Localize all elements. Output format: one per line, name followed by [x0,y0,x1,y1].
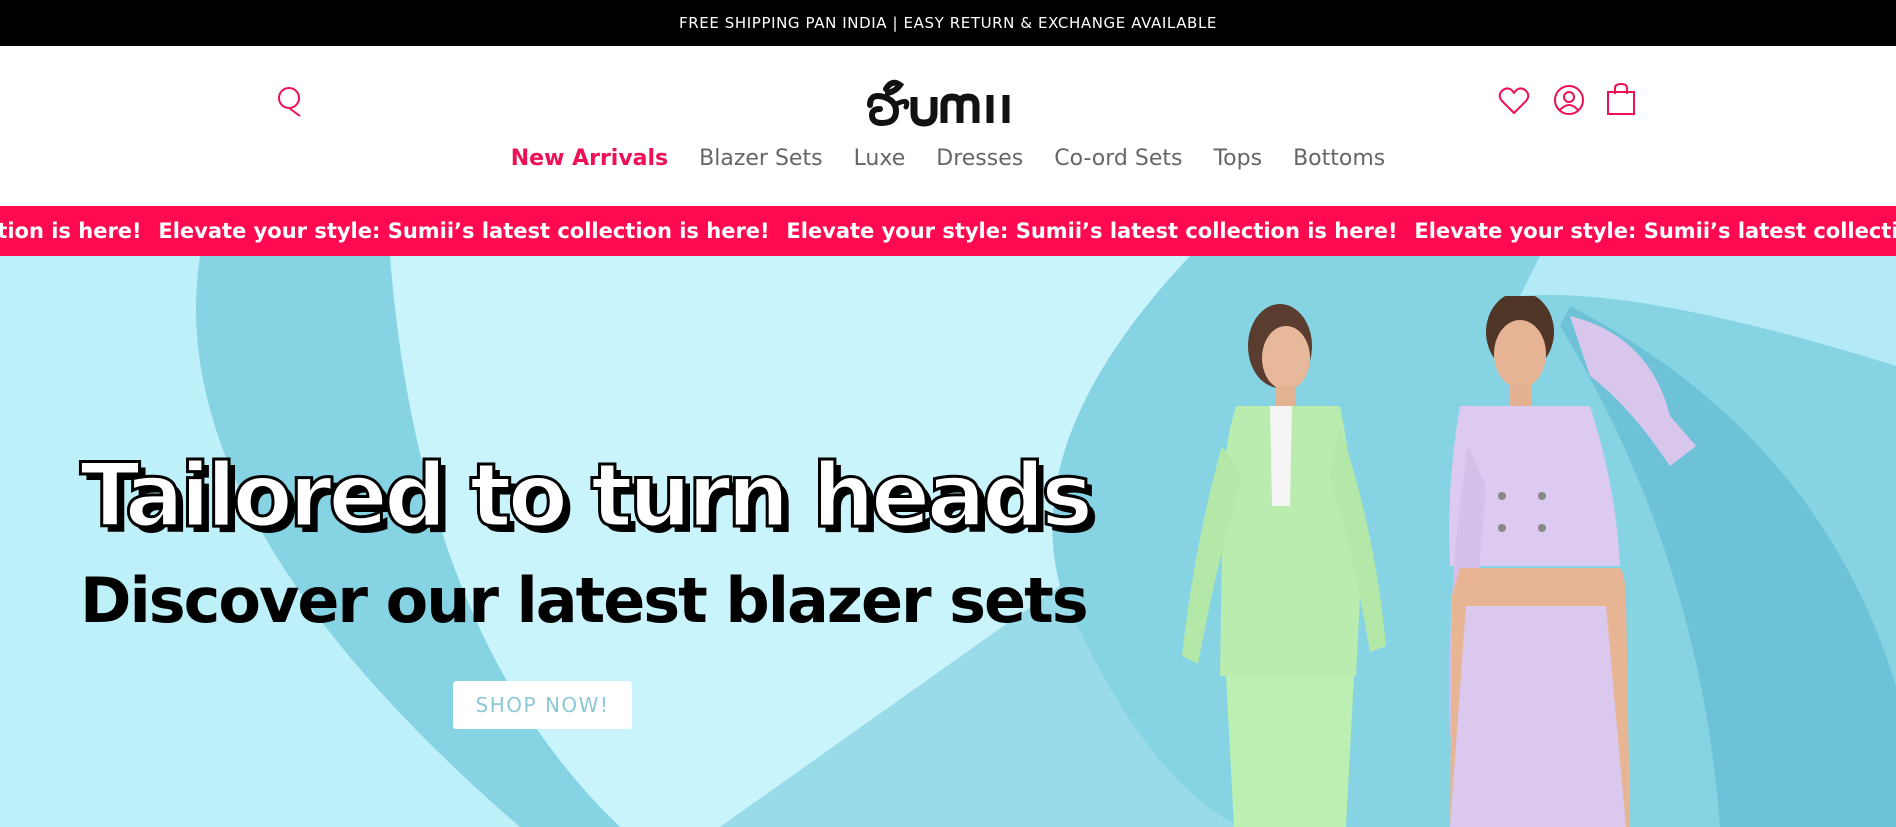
shop-now-button[interactable]: SHOP NOW! [453,681,632,729]
hero-subheadline: Discover our latest blazer sets [80,564,1089,637]
marquee-item: Elevate your style: Sumii’s latest colle… [0,219,142,243]
nav-co-ord-sets[interactable]: Co-ord Sets [1054,146,1182,178]
nav-new-arrivals[interactable]: New Arrivals [511,146,668,178]
nav-luxe[interactable]: Luxe [854,146,906,178]
marquee-item: Elevate your style: Sumii’s latest colle… [786,219,1398,243]
search-icon[interactable] [276,86,304,118]
user-icon[interactable] [1553,84,1585,116]
site-header: New Arrivals Blazer Sets Luxe Dresses Co… [0,46,1896,206]
nav-dresses[interactable]: Dresses [936,146,1023,178]
main-nav: New Arrivals Blazer Sets Luxe Dresses Co… [0,146,1896,178]
marquee-item: Elevate your style: Sumii’s latest colle… [158,219,770,243]
announcement-text: FREE SHIPPING PAN INDIA | EASY RETURN & … [679,14,1217,32]
nav-tops[interactable]: Tops [1213,146,1262,178]
nav-bottoms[interactable]: Bottoms [1293,146,1385,178]
site-logo[interactable] [866,72,1036,130]
nav-blazer-sets[interactable]: Blazer Sets [699,146,822,178]
shopping-bag-icon[interactable] [1606,82,1636,116]
hero-banner[interactable]: Tailored to turn heads Discover our late… [0,256,1896,827]
hero-models-image [1182,296,1696,827]
announcement-bar: FREE SHIPPING PAN INDIA | EASY RETURN & … [0,0,1896,46]
hero-headline: Tailored to turn heads [78,444,1094,547]
heart-icon[interactable] [1498,86,1530,116]
promo-marquee: Elevate your style: Sumii’s latest colle… [0,206,1896,256]
marquee-item: Elevate your style: Sumii’s latest colle… [1414,219,1896,243]
